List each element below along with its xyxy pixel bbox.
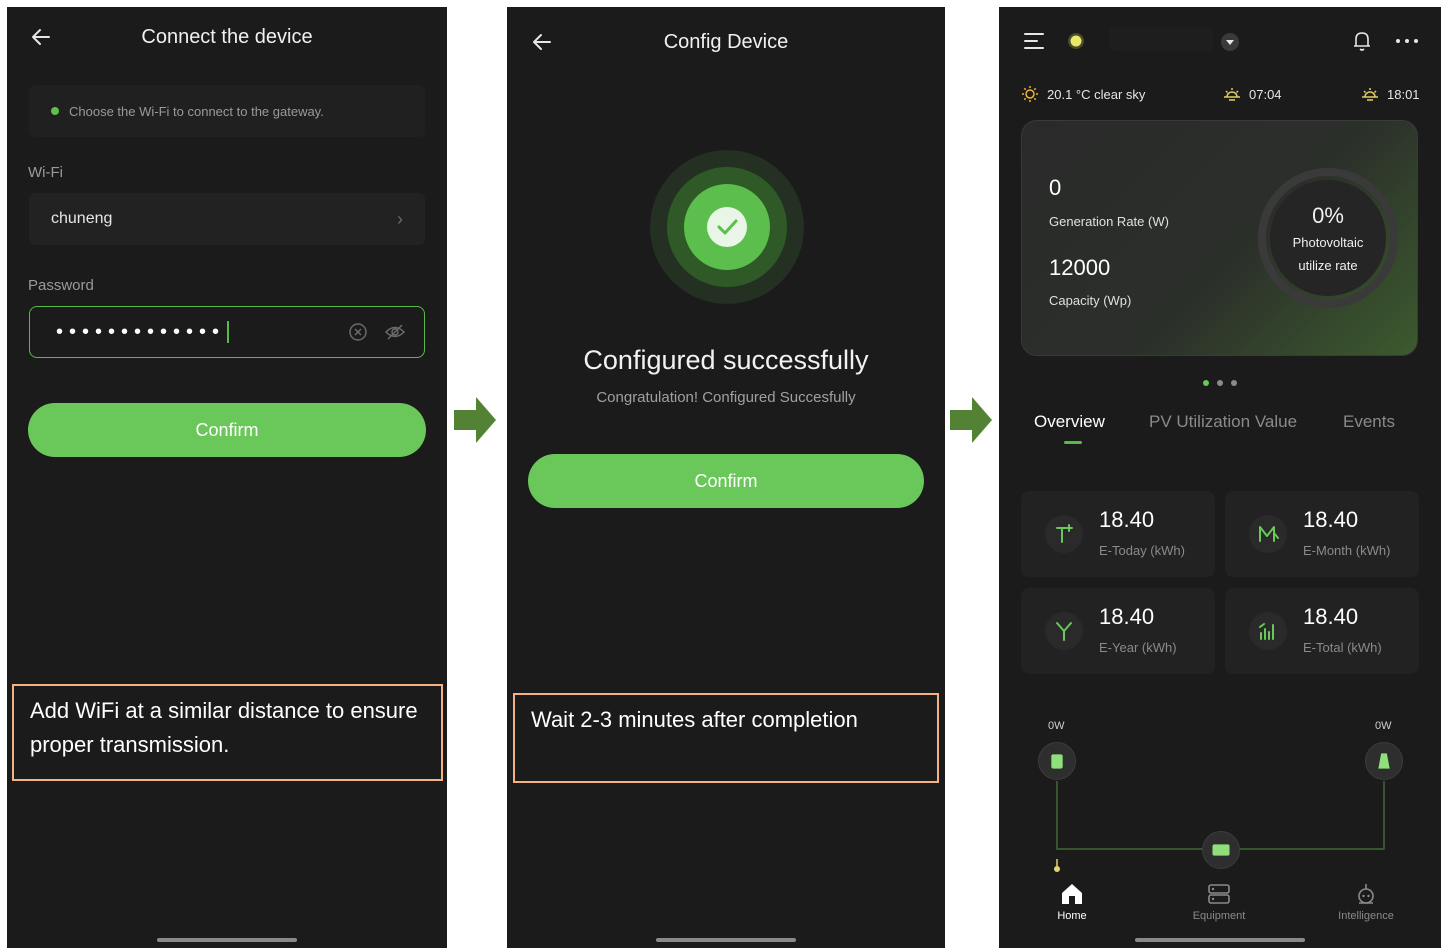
stat-label: E-Today (kWh) [1099,543,1185,558]
bell-icon[interactable] [1351,29,1373,53]
phone-connect-device: Connect the device Choose the Wi-Fi to c… [7,7,447,948]
flow-arrow-icon [454,397,496,443]
flow-left-power: 0W [1048,720,1065,732]
generation-rate-label: Generation Rate (W) [1049,214,1169,229]
today-icon [1045,515,1083,553]
capacity-label: Capacity (Wp) [1049,293,1132,308]
stat-label: E-Year (kWh) [1099,640,1177,655]
stat-card-today[interactable]: 18.40 E-Today (kWh) [1021,491,1215,577]
sun-icon [1022,86,1038,102]
confirm-button[interactable]: Confirm [28,403,426,457]
sunset-icon [1362,88,1378,101]
battery-node-icon[interactable] [1038,742,1076,780]
nav-label: Equipment [1192,910,1246,922]
pager-dot[interactable] [1217,380,1223,386]
clear-icon[interactable] [348,322,368,342]
tab-overview[interactable]: Overview [1034,412,1105,432]
instruction-note: Wait 2-3 minutes after completion [513,693,939,783]
total-icon [1249,612,1287,650]
home-indicator [656,938,796,942]
intelligence-icon [1358,884,1374,904]
meter-node-icon[interactable] [1365,742,1403,780]
month-icon [1249,515,1287,553]
wifi-value: chuneng [51,210,113,227]
tab-events[interactable]: Events [1343,412,1395,432]
instruction-note: Add WiFi at a similar distance to ensure… [12,684,443,781]
sunrise-icon [1224,88,1240,101]
home-indicator [157,938,297,942]
stat-value: 18.40 [1099,507,1155,532]
phone-home-dashboard: 20.1 °C clear sky 07:04 18:01 0 Generati… [999,7,1441,948]
stat-card-year[interactable]: 18.40 E-Year (kWh) [1021,588,1215,674]
dropdown-icon[interactable] [1220,32,1240,52]
wifi-label: Wi-Fi [28,164,63,181]
more-icon[interactable] [1395,38,1419,44]
tip-dot-icon [51,107,59,115]
site-name-redacted [1109,27,1213,51]
success-title: Configured successfully [583,345,869,375]
phone-config-device: Config Device Configured successfully Co… [507,7,945,948]
sunset-time: 18:01 [1387,86,1420,102]
success-checkmark-icon [650,150,804,304]
eye-off-icon[interactable] [384,322,406,342]
pv-label-line1: Photovoltaic [1292,235,1364,250]
home-icon [1062,884,1082,904]
stat-value: 18.40 [1099,604,1155,629]
inverter-node-icon[interactable] [1202,831,1240,869]
nav-intelligence[interactable]: Intelligence [1321,882,1411,922]
equipment-icon [1208,884,1230,904]
weather-info: 20.1 °C clear sky [1021,85,1145,103]
nav-label: Home [1057,910,1087,922]
home-indicator [1135,938,1305,942]
success-subtitle: Congratulation! Configured Succesfully [596,389,856,406]
tab-pv-utilization[interactable]: PV Utilization Value [1149,412,1297,432]
card-pager[interactable] [999,380,1441,386]
password-label: Password [28,277,94,294]
stat-label: E-Total (kWh) [1303,640,1382,655]
generation-card[interactable]: 0 Generation Rate (W) 12000 Capacity (Wp… [1021,120,1418,356]
pager-dot[interactable] [1203,380,1209,386]
stat-card-month[interactable]: 18.40 E-Month (kWh) [1225,491,1419,577]
active-tab-indicator [1064,441,1082,444]
wifi-select[interactable]: chuneng › [29,193,425,245]
year-icon [1045,612,1083,650]
password-value: ••••••••••••• [56,320,230,344]
menu-icon[interactable] [1023,31,1045,51]
stat-value: 18.40 [1303,507,1359,532]
stat-label: E-Month (kWh) [1303,543,1391,558]
pv-percent: 0% [1312,203,1344,228]
chevron-right-icon: › [397,208,403,229]
stat-card-total[interactable]: 18.40 E-Total (kWh) [1225,588,1419,674]
nav-home[interactable]: Home [1027,882,1117,922]
nav-label: Intelligence [1338,910,1394,922]
capacity-value: 12000 [1049,255,1111,280]
flow-arrow-icon [950,397,992,443]
wifi-tip: Choose the Wi-Fi to connect to the gatew… [29,85,425,137]
pv-label-line2: utilize rate [1298,258,1358,273]
confirm-button[interactable]: Confirm [528,454,924,508]
password-mask: ••••••••••••• [56,320,226,343]
sun-dot-icon [1068,33,1084,49]
password-input[interactable]: ••••••••••••• [29,306,425,358]
weather-text: 20.1 °C clear sky [1047,86,1146,102]
sunrise-time: 07:04 [1249,86,1282,102]
page-title: Connect the device [141,26,313,48]
stat-value: 18.40 [1303,604,1359,629]
text-caret [227,321,230,343]
pager-dot[interactable] [1231,380,1237,386]
page-title: Config Device [663,31,789,53]
sunset-info: 18:01 [1361,85,1420,103]
wifi-tip-text: Choose the Wi-Fi to connect to the gatew… [69,103,324,119]
generation-rate-value: 0 [1049,175,1062,200]
flow-right-power: 0W [1375,720,1392,732]
nav-equipment[interactable]: Equipment [1174,882,1264,922]
sunrise-info: 07:04 [1223,85,1282,103]
